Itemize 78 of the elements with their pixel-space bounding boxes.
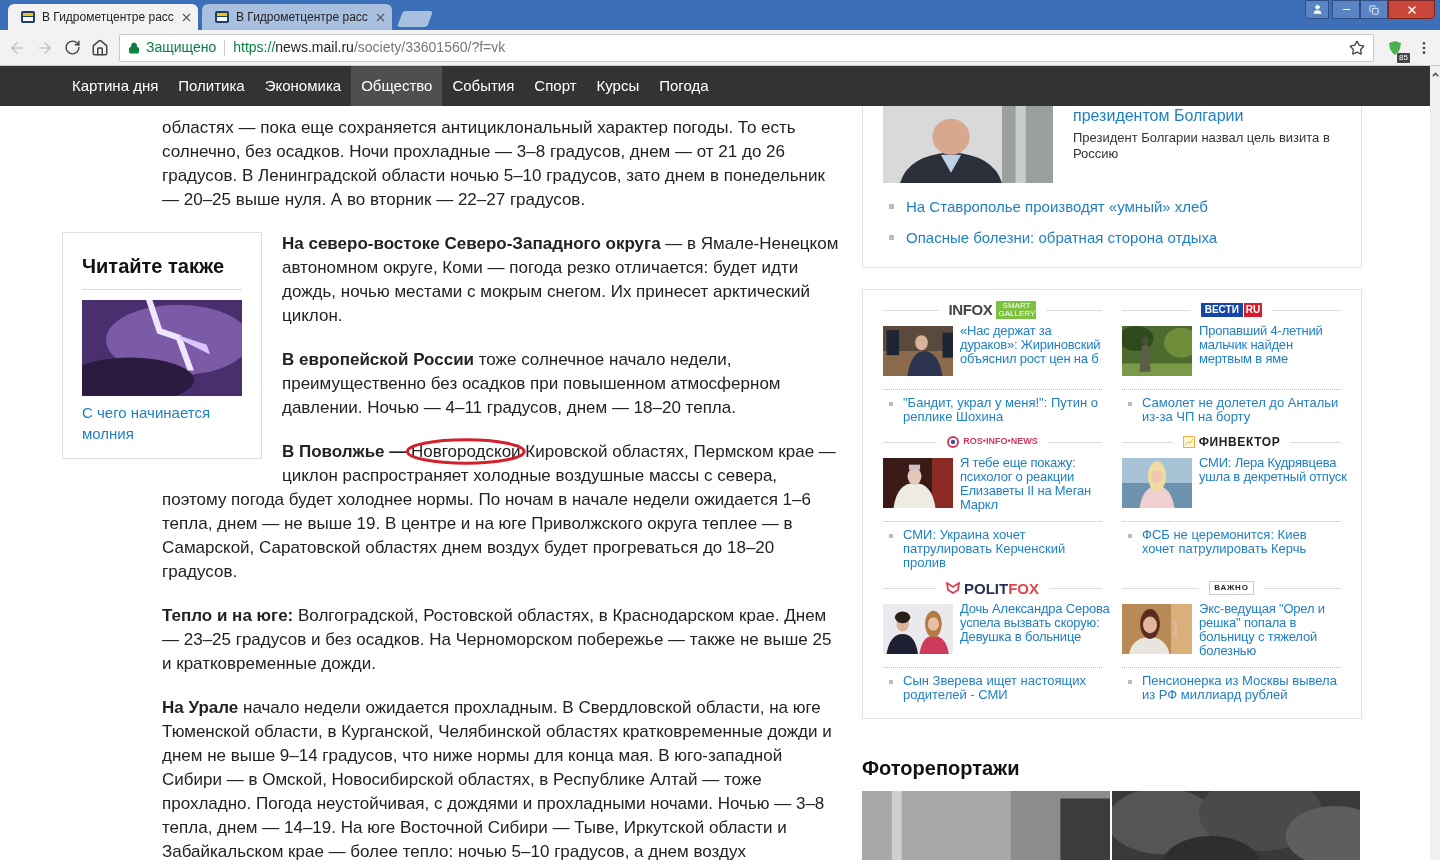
article-paragraph: В Поволжье — Новгородской Кировской областях, Пермском крае — циклон распространяет холодные воздушные массы с севера, (282, 440, 842, 488)
scrollbar[interactable] (1430, 66, 1440, 860)
headline-link[interactable]: Я тебе еще покажу: психолог о реакции Елизаветы II на Меган Маркл (960, 456, 1110, 513)
section-heading: Фоторепортажи (862, 756, 1021, 781)
new-tab-button[interactable] (397, 11, 433, 27)
browser-tab[interactable]: В Гидрометцентре расс (202, 4, 392, 30)
chart-icon (1182, 436, 1195, 448)
nav-link[interactable]: События (442, 66, 525, 106)
nav-link[interactable]: Экономика (254, 66, 352, 106)
home-icon[interactable] (91, 38, 109, 57)
lock-icon (128, 41, 140, 54)
nav-link[interactable]: Погода (649, 66, 719, 106)
nav-link[interactable]: Курсы (586, 66, 650, 106)
bullet-icon (889, 235, 894, 240)
shield-icon (1387, 39, 1403, 56)
logo-badge: RU (1243, 303, 1263, 317)
close-window-button[interactable] (1388, 0, 1435, 19)
partner-logo: ВЕСТИ (1200, 303, 1243, 317)
bullet-icon (889, 402, 893, 406)
security-label: Защищено (146, 38, 217, 57)
site-icon (20, 9, 36, 25)
news-link[interactable]: Самолет не долетел до Антальи из-за ЧП на борту (1142, 396, 1341, 424)
bullet-icon (889, 534, 893, 538)
headline-link[interactable]: Дочь Александра Серова успела вызвать скорую: Девушка в больнице (960, 602, 1110, 659)
partner-logo: ФИНВЕКТОР (1198, 434, 1281, 451)
nav-link[interactable]: Картина дня (62, 66, 169, 106)
article-paragraph: В европейской России тоже солнечное начало недели, преимущественно без осадков при повышенном атмосферном давлении. Ночью — 4–11 градусов, днем — 18–20 тепла. (282, 349, 782, 419)
nav-link[interactable]: Политика (168, 66, 255, 106)
reload-icon[interactable] (64, 39, 81, 56)
read-also-title: Читайте также (82, 253, 242, 290)
close-icon (1405, 3, 1418, 16)
partner-logo: ВАЖНО (1209, 581, 1254, 595)
nav-link[interactable]: Спорт (524, 66, 587, 106)
bullet-icon (889, 204, 894, 209)
news-link[interactable]: ФСБ не церемонится: Киев хочет патрулировать Керчь (1142, 528, 1341, 556)
story-title[interactable]: президентом Болгарии (1073, 106, 1333, 126)
article-paragraph: На Урале начало недели ожидается прохладным. В Свердловской области, на юге Тюменской области, в Курганской, Челябинской областях кратковременные дожди и днем не выше 9–14 градусов, что ниже нормы для конца мая. В юго-западной Сибири — в Омской, Новосибирской областях, в Республике Алтай — тоже прохладно. Погода неустойчивая, с дождями и прохладными ночами. Ночью — 3–8 тепла, днем — 14–19. На юге Восточной Сибири — Тыве, Иркутской области и Забайкальском крае — более тепло: ночью 5–10 градусов, а днем воздух (162, 697, 833, 860)
fox-icon (946, 582, 960, 594)
user-icon (1311, 4, 1323, 15)
nav-link[interactable]: Общество (351, 66, 443, 106)
url-text: https://news.mail.ru/society/33601560/?f=vk (233, 38, 506, 57)
logo-badge: SMART GALLERY (996, 301, 1037, 319)
restore-button[interactable] (1360, 0, 1388, 19)
news-link[interactable]: Сын Зверева ищет настоящих родителей - СМИ (903, 674, 1102, 702)
scroll-up-icon[interactable] (1430, 70, 1440, 79)
article-paragraph: Тепло и на юге: Волгоградской, Ростовской областях, в Краснодарском крае. Днем — 23–25 градусов и без осадков. На Черноморском побережье — также не выше 25 и кратковременные дожди. (162, 605, 833, 675)
tab-title: В Гидрометцентре расс (236, 9, 368, 26)
news-link[interactable]: "Бандит, украл у меня!": Путин о реплике Шохина (903, 396, 1102, 424)
article-paragraph: На северо-востоке Северо-Западного округа — в Ямале-Ненецком автономном округе, Коми — погода резко отличается: будет идти дождь, ночью местами с мокрым снегом. Их принесет арктический циклон. (282, 233, 840, 327)
address-bar[interactable]: Защищено https://news.mail.ru/society/33601560/?f=vk (119, 33, 1374, 62)
extension-badge: 85 (1397, 52, 1410, 63)
partner-logo: INFOX (948, 299, 993, 320)
bullet-icon (889, 680, 893, 684)
logo-accent: FOX (1008, 580, 1039, 596)
article-paragraph: областях — пока еще сохраняется антициклональный характер погоды. То есть солнечно, без осадков. Ночи прохладные — 3–8 градусов, днем — от 21 до 26 градусов. В Ленинградской области ночью 5–10 градусов, зато днем в понедельник — 20–25 выше нуля. А во вторник — 22–27 градусов. (162, 117, 826, 211)
headline-link[interactable]: Пропавший 4-летний мальчик найден мертвым в яме (1199, 324, 1349, 381)
profile-button[interactable] (1305, 0, 1329, 19)
partner-logo: POLIT (964, 580, 1009, 596)
bullet-icon (1128, 680, 1132, 684)
bullet-icon (1128, 534, 1132, 538)
headline-link[interactable]: «Нас держат за дураков»: Жириновский объяснил рост цен на б (960, 324, 1110, 381)
story-summary: Президент Болгарии назвал цель визита в Россию (1073, 130, 1331, 162)
news-link[interactable]: Пенсионерка из Москвы вывела из РФ миллиард рублей (1142, 674, 1341, 702)
read-also-link[interactable]: С чего начинается молния (82, 402, 242, 444)
site-icon (214, 9, 230, 25)
news-link[interactable]: СМИ: Украина хочет патрулировать Керченский пролив (903, 528, 1102, 570)
tab-title: В Гидрометцентре расс (42, 9, 174, 26)
article-paragraph: поэтому погода будет холоднее нормы. По ночам в начале недели ожидается 1–6 тепла, днем — не выше 19. В центре и на юге Приволжского округа теплее — в Самарской, Саратовской областях днем воздух будет прогреваться до 18–20 градусов. (162, 489, 812, 583)
news-link[interactable]: Опасные болезни: обратная сторона отдыха (906, 228, 1218, 247)
headline-link[interactable]: СМИ: Лера Кудрявцева ушла в декретный отпуск (1199, 456, 1349, 513)
bookmark-star-icon[interactable] (1349, 39, 1365, 56)
browser-tab[interactable]: В Гидрометцентре расс (8, 4, 198, 30)
news-link[interactable]: На Ставрополье производят «умный» хлеб (906, 197, 1208, 216)
bullet-icon (1128, 402, 1132, 406)
target-icon (947, 436, 960, 448)
headline-link[interactable]: Экс-ведущая "Орел и решка" попала в больницу с тяжелой болезнью (1199, 602, 1349, 659)
restore-icon (1369, 4, 1379, 15)
partner-logo: ROS•INFO•NEWS (963, 435, 1038, 449)
